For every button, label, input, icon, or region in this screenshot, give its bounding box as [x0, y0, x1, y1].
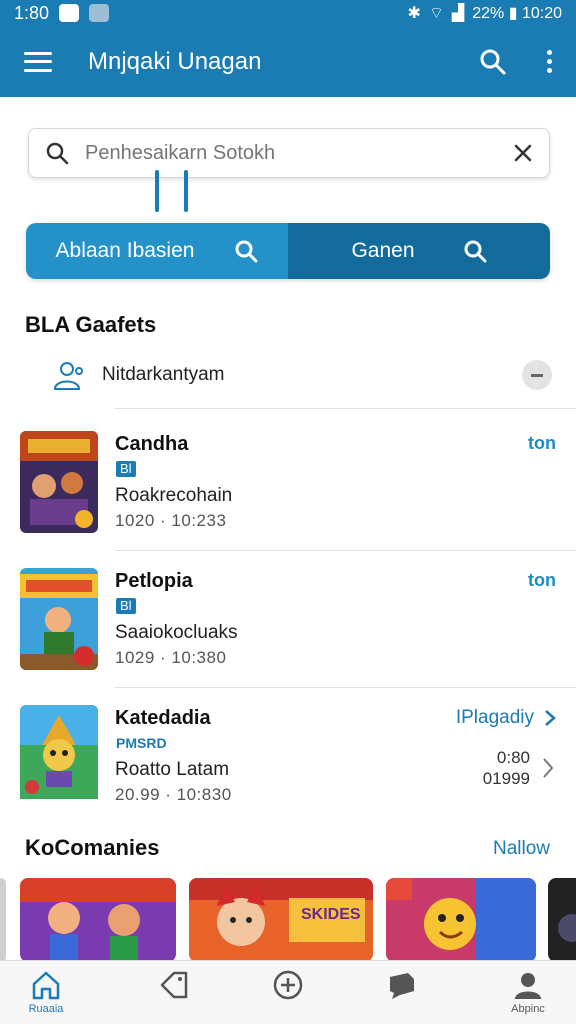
item-meta: 1029 · 10:380: [115, 648, 227, 667]
home-icon: [32, 971, 60, 1000]
item-subtitle: Saaiokocluaks: [115, 622, 238, 643]
item-action-label: IPlagadiy: [455, 707, 534, 728]
item-subtitle: Roatto Latam: [115, 759, 230, 780]
chat-icon: [390, 973, 414, 999]
item-badge: Bl: [116, 461, 136, 477]
list-item[interactable]: Candha Bl Roakrecohain 1020 · 10:233 ton: [20, 431, 556, 535]
bottom-navigation: Ruaaia Abpinc: [0, 960, 576, 1024]
nav-home[interactable]: Ruaaia: [6, 969, 86, 1023]
app-title: Mnjqaki Unagan: [88, 47, 262, 75]
tab-right[interactable]: Ganen: [288, 223, 550, 279]
more-options-icon[interactable]: [547, 50, 552, 73]
nav-messages[interactable]: [362, 969, 442, 1023]
search-icon: [464, 240, 487, 263]
tab-right-label: Ganen: [351, 239, 415, 262]
item-meta: 1020 · 10:233: [115, 511, 227, 530]
item-name: Candha: [115, 433, 189, 455]
status-right-text: 22% ▮ 10:20: [472, 5, 562, 22]
game-card[interactable]: [548, 878, 576, 962]
item-badge: PMSRD: [116, 735, 167, 751]
card-caption: SKIDES: [301, 906, 361, 923]
item-action-link[interactable]: IPlagadiy: [456, 707, 556, 729]
item-badge: Bl: [116, 598, 136, 614]
filter-row[interactable]: Nitdarkantyam: [50, 355, 552, 395]
card-partial[interactable]: [0, 878, 6, 962]
menu-icon[interactable]: [24, 51, 52, 72]
divider: [115, 550, 576, 551]
item-name: Petlopia: [115, 570, 193, 592]
search-bar: [28, 128, 550, 178]
game-thumbnail: [20, 705, 98, 807]
search-icon[interactable]: [479, 48, 507, 76]
nav-add[interactable]: [248, 969, 328, 1023]
app-bar: Mnjqaki Unagan: [0, 26, 576, 97]
status-time: 1:80: [14, 2, 50, 23]
tab-left[interactable]: Ablaan Ibasien: [26, 223, 288, 279]
clear-icon[interactable]: [513, 143, 533, 163]
card-carousel: SKIDES: [0, 878, 576, 962]
item-stat-1: 0:80: [496, 748, 530, 767]
item-action[interactable]: ton: [528, 570, 556, 591]
wifi-icon: ⌔: [428, 5, 444, 22]
search-icon: [46, 142, 69, 165]
nav-home-label: Ruaaia: [28, 1003, 64, 1015]
nav-tags[interactable]: [134, 969, 214, 1023]
item-meta: 20.99 · 10:830: [115, 785, 232, 804]
tab-left-label: Ablaan Ibasien: [55, 239, 195, 262]
collapse-button[interactable]: [522, 360, 552, 390]
notification-icon: [59, 4, 80, 22]
signal-icon: ▟: [451, 5, 465, 22]
game-card[interactable]: SKIDES: [189, 878, 373, 962]
divider: [115, 408, 576, 409]
plus-circle-icon: [273, 970, 303, 1000]
chevron-right-icon[interactable]: [542, 757, 554, 779]
search-icon: [235, 240, 258, 263]
item-stat-2: 01999: [482, 769, 530, 788]
item-stats: 0:80 01999: [483, 747, 530, 789]
user-group-icon: [53, 362, 83, 390]
segmented-control: Ablaan Ibasien Ganen: [26, 223, 550, 279]
list-item[interactable]: Katedadia PMSRD Roatto Latam 20.99 · 10:…: [20, 705, 556, 809]
nav-profile[interactable]: Abpinc: [488, 969, 568, 1023]
chevron-right-icon: [545, 710, 556, 726]
nav-profile-label: Abpinc: [511, 1003, 545, 1015]
item-action[interactable]: ton: [528, 433, 556, 454]
tag-icon: [160, 971, 188, 999]
item-subtitle: Roakrecohain: [115, 485, 233, 506]
section-title-games: BLA Gaafets: [25, 312, 157, 337]
game-thumbnail: [20, 568, 98, 670]
game-card[interactable]: [20, 878, 176, 962]
list-item[interactable]: Petlopia Bl Saaiokocluaks 1029 · 10:380 …: [20, 568, 556, 672]
see-all-link[interactable]: Nallow: [493, 838, 550, 860]
game-card[interactable]: [386, 878, 536, 962]
status-bar: 1:80 ✱ ⌔ ▟ 22% ▮ 10:20: [0, 0, 576, 26]
text-cursor: [155, 170, 195, 214]
profile-icon: [515, 973, 541, 999]
search-input[interactable]: [85, 141, 513, 165]
image-icon: [89, 4, 110, 22]
bluetooth-icon: ✱: [407, 5, 421, 22]
filter-label: Nitdarkantyam: [102, 364, 225, 385]
game-thumbnail: [20, 431, 98, 533]
divider: [115, 687, 576, 688]
section-title-companies: KoComanies: [25, 835, 160, 860]
item-name: Katedadia: [115, 707, 211, 729]
